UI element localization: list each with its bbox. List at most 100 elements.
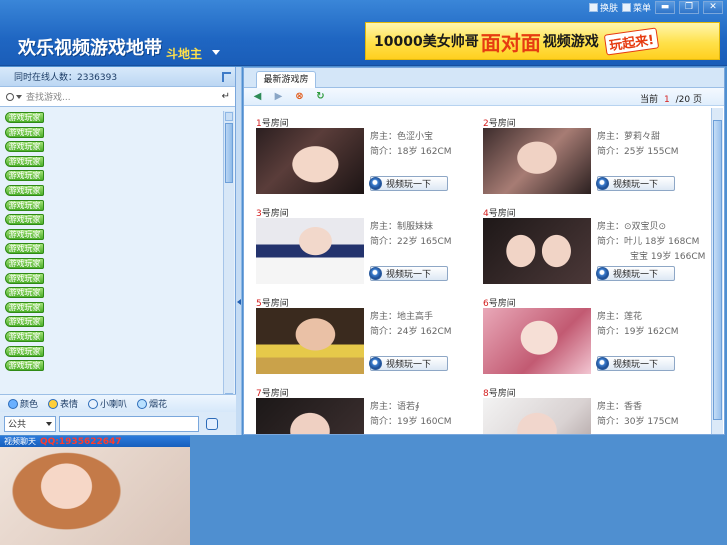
collapse-arrow-icon[interactable] [237, 299, 241, 305]
player-list-item[interactable]: 游戏玩家 [5, 345, 44, 357]
skin-button[interactable]: 换肤 [588, 1, 618, 14]
room-host: 房主：语若∮ [370, 402, 420, 412]
menu-button[interactable]: 菜单 [621, 1, 651, 14]
video-play-button[interactable]: 视频玩一下 [369, 356, 448, 371]
pin-icon[interactable] [222, 72, 231, 82]
camera-icon [596, 357, 609, 370]
player-list-item[interactable]: 游戏玩家 [5, 257, 44, 269]
room-card[interactable]: 1号房间 房主：色涩小宝 简介：18岁 162CM 视频玩一下 [256, 116, 481, 212]
tab-latest-rooms[interactable]: 最新游戏房 [256, 71, 316, 88]
skin-icon [588, 2, 598, 12]
speaker-button[interactable]: 小喇叭 [88, 397, 127, 410]
video-play-label: 视频玩一下 [386, 180, 432, 190]
room-card[interactable]: 8号房间房主：香香简介：30岁 175CM视频玩一下 [483, 386, 708, 434]
emoji-button[interactable]: 表情 [48, 397, 78, 410]
player-list-item[interactable]: 游戏玩家 [5, 287, 44, 299]
room-card[interactable]: 6号房间 房主：莲花 简介：19岁 162CM 视频玩一下 [483, 296, 708, 392]
video-play-button[interactable]: 视频玩一下 [369, 176, 448, 191]
emoji-label: 表情 [60, 400, 79, 410]
promo-banner[interactable]: 10000美女帅哥 面对面 视频游戏 玩起来! [365, 22, 720, 60]
close-button[interactable]: ✕ [703, 0, 723, 14]
room-thumbnail[interactable] [256, 128, 364, 194]
room-card[interactable]: 2号房间 房主：萝莉々甜 简介：25岁 155CM 视频玩一下 [483, 116, 708, 212]
maximize-button[interactable]: ❐ [679, 0, 699, 14]
scroll-thumb[interactable] [225, 123, 233, 183]
color-icon [8, 398, 18, 409]
panel-splitter[interactable] [236, 67, 242, 435]
room-intro: 简介：24岁 162CM [370, 327, 452, 337]
scroll-thumb[interactable] [713, 120, 722, 420]
player-list-item[interactable]: 游戏玩家 [5, 184, 44, 196]
room-host: 房主：香香 [597, 402, 643, 412]
player-list-item[interactable]: 游戏玩家 [5, 126, 44, 138]
video-play-button[interactable]: 视频玩一下 [369, 266, 448, 281]
room-photo [256, 398, 364, 434]
stop-icon[interactable]: ⊗ [294, 91, 305, 102]
chevron-down-icon[interactable] [16, 94, 22, 99]
player-list-item[interactable]: 游戏玩家 [5, 155, 44, 167]
enter-icon[interactable]: ↵ [222, 91, 230, 102]
scroll-up-arrow[interactable] [225, 112, 233, 121]
room-photo [256, 218, 364, 284]
player-list-item[interactable]: 游戏玩家 [5, 141, 44, 153]
forward-icon[interactable]: ▶ [273, 91, 284, 102]
fireworks-label: 烟花 [149, 400, 168, 410]
player-list-item[interactable]: 游戏玩家 [5, 243, 44, 255]
chat-input-row: 公共 [0, 412, 236, 435]
game-selector-label[interactable]: 斗地主 [166, 45, 202, 62]
player-list-item[interactable]: 游戏玩家 [5, 170, 44, 182]
send-icon[interactable] [206, 417, 218, 430]
room-intro: 简介：叶儿 18岁 168CM [597, 237, 700, 247]
room-host: 房主：萝莉々甜 [597, 132, 661, 142]
room-card[interactable]: 7号房间房主：语若∮简介：19岁 160CM视频玩一下 [256, 386, 481, 434]
player-list-item[interactable]: 游戏玩家 [5, 228, 44, 240]
minimize-button[interactable]: ▬ [655, 0, 675, 14]
color-button[interactable]: 颜色 [8, 397, 38, 410]
search-placeholder: 查找游戏... [26, 93, 71, 103]
room-toolbar: ◀ ▶ ⊗ ↻ 当前 1 /20 页 [244, 88, 724, 106]
room-thumbnail[interactable] [256, 308, 364, 374]
video-play-button[interactable]: 视频玩一下 [596, 356, 675, 371]
player-list-item[interactable]: 游戏玩家 [5, 301, 44, 313]
camera-icon [596, 177, 609, 190]
room-thumbnail[interactable] [256, 218, 364, 284]
room-thumbnail[interactable] [483, 308, 591, 374]
player-list-item[interactable]: 游戏玩家 [5, 360, 44, 372]
title-bar: 欢乐视频游戏地带 斗地主 换肤 菜单 ▬ ❐ ✕ 10000美女帅哥 面对面 视… [0, 0, 727, 66]
back-icon[interactable]: ◀ [252, 91, 263, 102]
search-input[interactable]: 查找游戏... ↵ [0, 87, 235, 107]
room-thumbnail[interactable] [483, 398, 591, 434]
room-thumbnail[interactable] [483, 128, 591, 194]
pager: 当前 1 /20 页 [640, 92, 702, 105]
video-play-button[interactable]: 视频玩一下 [596, 266, 675, 281]
player-list-item[interactable]: 游戏玩家 [5, 214, 44, 226]
room-scrollbar[interactable] [711, 108, 723, 434]
video-play-label: 视频玩一下 [613, 180, 659, 190]
room-thumbnail[interactable] [256, 398, 364, 434]
video-play-label: 视频玩一下 [386, 270, 432, 280]
room-card[interactable]: 3号房间 房主：制服妹妹 简介：22岁 165CM 视频玩一下 [256, 206, 481, 302]
video-chat-feed[interactable] [0, 447, 190, 545]
player-list-item[interactable]: 游戏玩家 [5, 330, 44, 342]
menu-icon [621, 2, 631, 12]
video-play-label: 视频玩一下 [386, 360, 432, 370]
player-list-item[interactable]: 游戏玩家 [5, 199, 44, 211]
room-card[interactable]: 5号房间 房主：地主高手 简介：24岁 162CM 视频玩一下 [256, 296, 481, 392]
chevron-down-icon[interactable] [212, 50, 220, 55]
room-intro: 简介：19岁 162CM [597, 327, 679, 337]
player-list-scrollbar[interactable] [223, 111, 234, 403]
player-list-item[interactable]: 游戏玩家 [5, 272, 44, 284]
player-list-item[interactable]: 游戏玩家 [5, 316, 44, 328]
room-card[interactable]: 4号房间 房主：⊙双宝贝⊙ 简介：叶儿 18岁 168CM 宝宝 19岁 166CM 视… [483, 206, 708, 302]
room-thumbnail[interactable] [483, 218, 591, 284]
room-info: 房主：语若∮ 简介：19岁 160CM [370, 400, 452, 430]
fireworks-button[interactable]: 烟花 [137, 397, 167, 410]
chat-input[interactable] [59, 415, 199, 432]
player-list-item[interactable]: 游戏玩家 [5, 112, 44, 123]
video-chat-header: 视频聊天 QQ:1935622647 [0, 436, 190, 447]
video-play-button[interactable]: 视频玩一下 [596, 176, 675, 191]
banner-text-3: 视频游戏 [542, 34, 599, 50]
channel-select[interactable]: 公共 [4, 415, 56, 432]
refresh-icon[interactable]: ↻ [315, 91, 326, 102]
room-info: 房主：色涩小宝 简介：18岁 162CM [370, 130, 452, 160]
